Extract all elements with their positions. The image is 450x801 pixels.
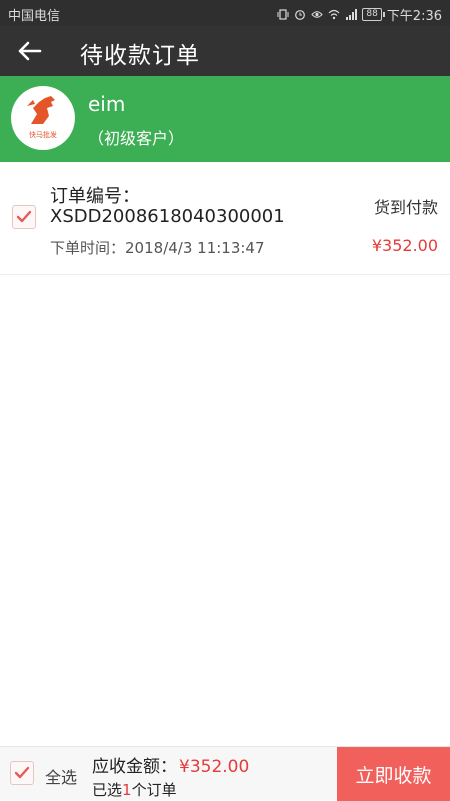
order-time-value: 2018/4/3 11:13:47 [125,239,265,257]
customer-level: （初级客户） [88,129,185,148]
eye-icon [311,11,324,18]
alarm-icon [295,10,306,20]
select-all-label[interactable]: 全选 [45,764,77,788]
order-list-item[interactable]: 订单编号： XSDD2008618040300001 货到付款 下单时间：201… [0,162,450,275]
bottom-action-bar: 全选 应收金额： ¥352.00 已选1个订单 立即收款 [0,746,450,801]
4g-signal-icon [346,9,358,20]
status-bar: 中国电信 88 下午2:36 [0,0,450,26]
checkmark-icon [16,210,32,223]
avatar: 快马批发 [11,86,75,150]
payment-method: 货到付款 [373,198,438,217]
title-bar: 待收款订单 [0,26,450,76]
customer-name: eim [88,92,126,116]
receivable-total: 应收金额： ¥352.00 [92,752,249,777]
order-time: 下单时间：2018/4/3 11:13:47 [50,237,265,258]
back-arrow-icon[interactable] [16,38,44,64]
receivable-amount: ¥352.00 [179,757,250,777]
collect-now-button[interactable]: 立即收款 [337,747,450,801]
selected-count: 1 [122,781,132,799]
logo-text: 快马批发 [29,131,57,139]
wifi-icon [328,9,340,20]
order-checkbox[interactable] [12,205,36,229]
vibrate-icon [277,9,289,20]
order-time-label: 下单时间： [50,239,126,257]
receivable-label: 应收金额： [92,757,177,777]
selected-suffix: 个订单 [131,781,177,799]
selected-prefix: 已选 [92,781,123,799]
order-number-label: 订单编号： [50,186,140,207]
select-all-checkbox[interactable] [10,761,34,785]
selected-count-text: 已选1个订单 [92,779,177,800]
page-title: 待收款订单 [80,43,200,69]
clock: 下午2:36 [386,9,442,24]
horse-logo-icon [27,96,55,124]
order-number: XSDD2008618040300001 [50,206,285,227]
battery-icon: 88 [362,8,386,21]
order-amount: ¥352.00 [371,236,438,255]
checkmark-icon [14,766,30,779]
carrier-label: 中国电信 [8,9,61,24]
status-icons: 88 下午2:36 [277,5,442,24]
customer-header: 快马批发 eim （初级客户） [0,76,450,162]
